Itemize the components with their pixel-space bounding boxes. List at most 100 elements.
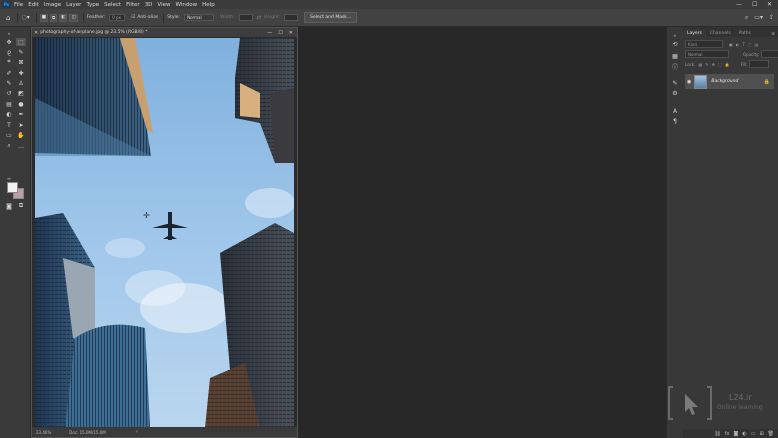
pen-tool-icon[interactable]: ✒ [16, 110, 26, 118]
collapse-toolbar-icon[interactable]: » [4, 29, 14, 37]
antialias-checkbox[interactable]: ☑ [131, 15, 135, 20]
swatches-panel-icon[interactable]: ▦ [670, 52, 680, 60]
menu-3d[interactable]: 3D [145, 2, 153, 8]
close-tab-icon[interactable]: ✕ [34, 30, 38, 36]
gradient-tool-icon[interactable]: ▤ [4, 100, 14, 108]
window-close-button[interactable]: ✕ [767, 0, 772, 9]
layer-row-background[interactable]: ◉ Background 🔒 [685, 74, 774, 89]
document-info[interactable]: Doc: 15.0M/15.0M [69, 430, 105, 435]
blur-tool-icon[interactable]: ● [16, 100, 26, 108]
quick-mask-icon[interactable]: ◙ [4, 202, 14, 210]
layer-style-icon[interactable]: fx [725, 431, 730, 437]
kind-filter-select[interactable]: Kind [685, 40, 723, 48]
foreground-color-swatch[interactable] [7, 182, 18, 193]
fill-input[interactable] [749, 60, 770, 68]
dodge-tool-icon[interactable]: ◐ [4, 110, 14, 118]
add-to-selection-icon[interactable]: ⧉ [49, 13, 58, 22]
doc-minimize-icon[interactable]: — [267, 30, 272, 36]
window-minimize-button[interactable]: — [736, 0, 742, 9]
window-maximize-button[interactable]: ☐ [752, 0, 757, 9]
delete-layer-icon[interactable]: 🗑 [768, 431, 774, 437]
image-canvas[interactable]: ✛ [35, 38, 294, 428]
type-tool-icon[interactable]: T [4, 121, 14, 129]
menu-layer[interactable]: Layer [66, 2, 81, 8]
share-icon[interactable]: ⇪ [769, 14, 774, 21]
tools-panel: » ✥ ⬚ ϱ ✎ ⌗ ⊠ ✐ ✚ ✎ ♙ ↺ ◩ ▤ ● ◐ ✒ T ➤ ▭ … [0, 27, 31, 438]
eraser-tool-icon[interactable]: ◩ [16, 89, 26, 97]
swap-colors-icon[interactable]: ↔ [4, 174, 14, 182]
screen-mode-icon[interactable]: ⧉ [16, 202, 26, 210]
feather-input[interactable]: 0 px [109, 14, 126, 21]
menu-edit[interactable]: Edit [28, 2, 39, 8]
add-mask-icon[interactable]: ◙ [733, 431, 738, 437]
link-layers-icon[interactable]: ⛓ [714, 431, 720, 437]
fill-label: Fill: [740, 61, 748, 67]
intersect-selection-icon[interactable]: ◫ [69, 13, 78, 22]
select-and-mask-button[interactable]: Select and Mask... [304, 12, 358, 23]
info-panel-icon[interactable]: ⓘ [670, 62, 680, 71]
width-input[interactable] [238, 14, 253, 21]
path-selection-tool-icon[interactable]: ➤ [16, 121, 26, 129]
collapse-panels-icon[interactable]: « [670, 31, 680, 39]
menu-filter[interactable]: Filter [126, 2, 140, 8]
layer-thumbnail [694, 74, 708, 89]
doc-close-icon[interactable]: ✕ [289, 30, 293, 36]
visibility-eye-icon[interactable]: ◉ [687, 79, 691, 85]
move-tool-icon[interactable]: ✥ [4, 38, 14, 46]
subtract-from-selection-icon[interactable]: ◧ [59, 13, 68, 22]
tab-layers[interactable]: Layers [683, 30, 706, 37]
search-icon[interactable]: ⌕ [745, 14, 748, 22]
workspace-icon[interactable]: ▭▾ [754, 14, 763, 21]
marquee-tool-preset-icon[interactable]: ◌▾ [21, 14, 29, 21]
crosshair-cursor-icon: ✛ [143, 211, 150, 220]
tab-channels[interactable]: Channels [706, 30, 735, 37]
brush-tool-icon[interactable]: ✎ [4, 79, 14, 87]
height-input[interactable] [284, 14, 299, 21]
menu-help[interactable]: Help [202, 2, 215, 8]
zoom-level[interactable]: 23.46% [36, 430, 51, 435]
menu-image[interactable]: Image [44, 2, 61, 8]
menu-window[interactable]: Window [175, 2, 197, 8]
document-tab[interactable]: ✕ photography-of-airplane.jpg @ 23.5% (R… [32, 28, 297, 37]
status-menu-chevron-icon[interactable]: › [136, 429, 138, 435]
doc-maximize-icon[interactable]: ☐ [278, 30, 282, 36]
panel-icon-strip: « ⟲ ▦ ⓘ ✎ ⚙ A ¶ [666, 27, 684, 438]
quick-selection-tool-icon[interactable]: ✎ [16, 48, 26, 56]
menu-type[interactable]: Type [86, 2, 99, 8]
tab-paths[interactable]: Paths [735, 30, 755, 37]
opacity-input[interactable] [761, 50, 778, 58]
menu-file[interactable]: File [14, 2, 23, 8]
healing-brush-tool-icon[interactable]: ✚ [16, 69, 26, 77]
filter-type-icons[interactable]: ▣◐T⬚▤ [729, 42, 761, 47]
lasso-tool-icon[interactable]: ϱ [4, 48, 14, 56]
new-layer-icon[interactable]: ⊞ [759, 431, 763, 437]
character-panel-icon[interactable]: A [670, 107, 680, 115]
rectangular-marquee-tool-icon[interactable]: ⬚ [16, 38, 26, 46]
adjustment-layer-icon[interactable]: ◐ [742, 431, 746, 437]
lock-options-icons[interactable]: ▦✎✥⬚🔒 [698, 62, 732, 67]
style-select[interactable]: Normal [184, 14, 215, 21]
frame-tool-icon[interactable]: ⊠ [16, 58, 26, 66]
clone-stamp-tool-icon[interactable]: ♙ [16, 79, 26, 87]
adjustments-panel-icon[interactable]: ⚙ [670, 89, 680, 97]
home-icon[interactable]: ⌂ [6, 14, 10, 22]
zoom-tool-icon[interactable]: ⌕ [4, 142, 14, 150]
blend-mode-select[interactable]: Normal [685, 50, 729, 58]
eyedropper-tool-icon[interactable]: ✐ [4, 69, 14, 77]
swap-dimensions-icon[interactable]: ⇄ [257, 14, 262, 21]
menu-view[interactable]: View [157, 2, 170, 8]
rectangle-tool-icon[interactable]: ▭ [4, 131, 14, 139]
crop-tool-icon[interactable]: ⌗ [4, 58, 14, 66]
new-selection-icon[interactable]: ■ [39, 13, 48, 22]
more-tools-icon[interactable]: … [16, 142, 26, 150]
panel-menu-icon[interactable]: ≡ [771, 32, 775, 37]
history-brush-tool-icon[interactable]: ↺ [4, 89, 14, 97]
menu-bar: Ps File Edit Image Layer Type Select Fil… [0, 0, 778, 9]
paragraph-panel-icon[interactable]: ¶ [670, 117, 680, 125]
brush-settings-panel-icon[interactable]: ✎ [670, 79, 680, 87]
lock-row: Lock: ▦✎✥⬚🔒 Fill: [685, 60, 770, 68]
new-group-icon[interactable]: ▭ [751, 431, 756, 437]
hand-tool-icon[interactable]: ✋ [16, 131, 26, 139]
history-panel-icon[interactable]: ⟲ [670, 40, 680, 48]
menu-select[interactable]: Select [104, 2, 121, 8]
